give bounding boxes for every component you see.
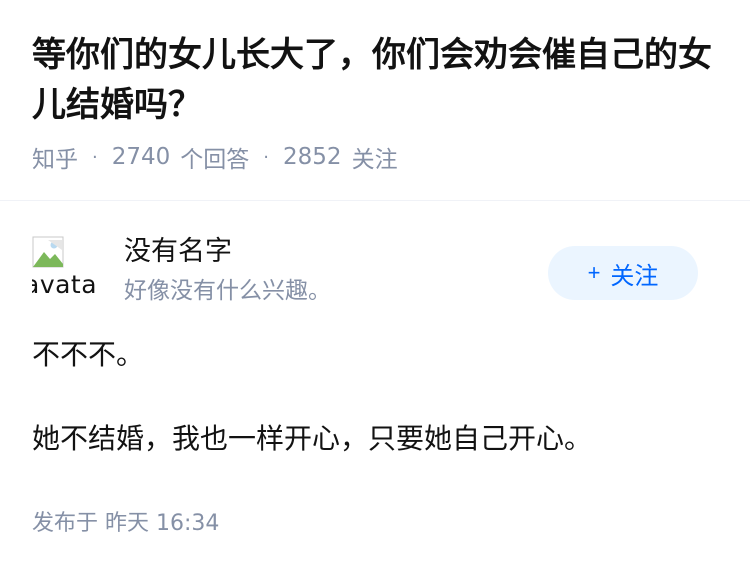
- section-divider: [0, 200, 750, 201]
- meta-separator: ·: [92, 146, 98, 168]
- question-meta: 知乎 · 2740 个回答 · 2852 关注: [32, 140, 718, 174]
- follower-count-label: 关注: [351, 147, 398, 173]
- avatar[interactable]: avatar: [32, 236, 96, 300]
- answer-paragraph: 她不结婚，我也一样开心，只要她自己开心。: [32, 422, 593, 455]
- broken-image-icon: [32, 236, 64, 268]
- meta-separator: ·: [263, 146, 270, 168]
- answer-count-label[interactable]: 个回答: [180, 140, 249, 174]
- answer-paragraph: 不不不。: [32, 338, 145, 371]
- zhihu-answer-page: 等你们的女儿长大了，你们会劝会催自己的女儿结婚吗？ 知乎 · 2740 个回答 …: [0, 0, 750, 574]
- author-info: avatar 没有名字 好像没有什么兴趣。 + 关注: [32, 230, 718, 310]
- author-name[interactable]: 没有名字: [124, 234, 232, 270]
- question-title[interactable]: 等你们的女儿长大了，你们会劝会催自己的女儿结婚吗？: [32, 30, 718, 130]
- follower-count: 2852: [283, 144, 342, 170]
- avatar-alt-text: avatar: [32, 270, 96, 299]
- answer-count: 2740: [111, 144, 171, 170]
- question-header: 等你们的女儿长大了，你们会劝会催自己的女儿结婚吗？ 知乎 · 2740 个回答 …: [0, 0, 750, 173]
- publish-time: 发布于 昨天 16:34: [32, 511, 220, 536]
- answer-content: 不不不。 她不结婚，我也一样开心，只要她自己开心。: [32, 335, 718, 459]
- source-label[interactable]: 知乎: [32, 140, 78, 174]
- follow-button-label: 关注: [610, 262, 659, 290]
- follow-button[interactable]: + 关注: [548, 246, 698, 300]
- author-bio: 好像没有什么兴趣。: [124, 278, 331, 304]
- answer-card: avatar 没有名字 好像没有什么兴趣。 + 关注 不不不。 她不结婚，我也一…: [32, 230, 718, 455]
- plus-icon: +: [587, 260, 601, 285]
